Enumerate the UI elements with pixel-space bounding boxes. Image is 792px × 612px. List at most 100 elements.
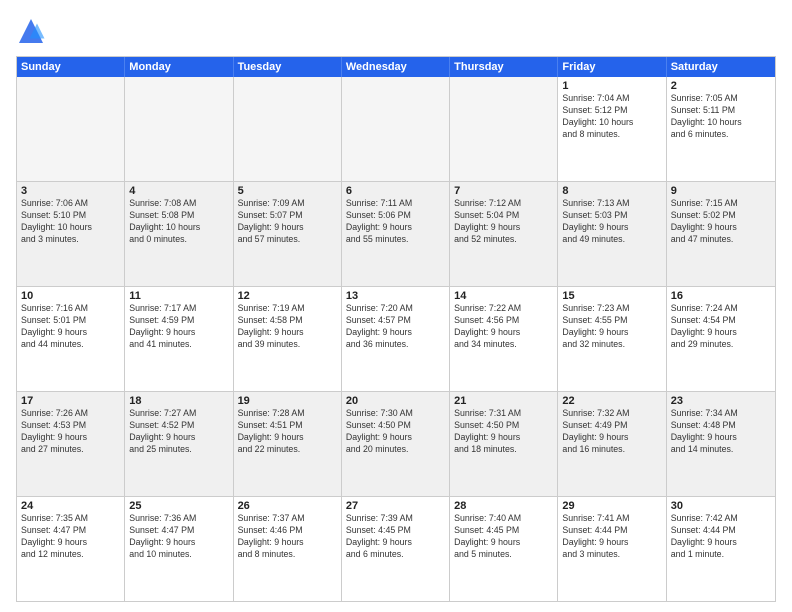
logo-icon — [16, 16, 46, 46]
calendar-row-2: 10Sunrise: 7:16 AM Sunset: 5:01 PM Dayli… — [17, 287, 775, 392]
cell-info: Sunrise: 7:26 AM Sunset: 4:53 PM Dayligh… — [21, 408, 120, 456]
calendar-cell: 5Sunrise: 7:09 AM Sunset: 5:07 PM Daylig… — [234, 182, 342, 286]
cell-info: Sunrise: 7:06 AM Sunset: 5:10 PM Dayligh… — [21, 198, 120, 246]
calendar-cell: 3Sunrise: 7:06 AM Sunset: 5:10 PM Daylig… — [17, 182, 125, 286]
day-number: 18 — [129, 395, 228, 407]
calendar-header: SundayMondayTuesdayWednesdayThursdayFrid… — [17, 57, 775, 77]
calendar-row-3: 17Sunrise: 7:26 AM Sunset: 4:53 PM Dayli… — [17, 392, 775, 497]
cell-info: Sunrise: 7:13 AM Sunset: 5:03 PM Dayligh… — [562, 198, 661, 246]
cell-info: Sunrise: 7:19 AM Sunset: 4:58 PM Dayligh… — [238, 303, 337, 351]
cell-info: Sunrise: 7:36 AM Sunset: 4:47 PM Dayligh… — [129, 513, 228, 561]
cell-info: Sunrise: 7:20 AM Sunset: 4:57 PM Dayligh… — [346, 303, 445, 351]
cell-info: Sunrise: 7:37 AM Sunset: 4:46 PM Dayligh… — [238, 513, 337, 561]
calendar-cell: 26Sunrise: 7:37 AM Sunset: 4:46 PM Dayli… — [234, 497, 342, 601]
day-number: 8 — [562, 185, 661, 197]
calendar-cell: 12Sunrise: 7:19 AM Sunset: 4:58 PM Dayli… — [234, 287, 342, 391]
calendar-cell: 23Sunrise: 7:34 AM Sunset: 4:48 PM Dayli… — [667, 392, 775, 496]
day-number: 15 — [562, 290, 661, 302]
day-number: 5 — [238, 185, 337, 197]
day-number: 3 — [21, 185, 120, 197]
cell-info: Sunrise: 7:27 AM Sunset: 4:52 PM Dayligh… — [129, 408, 228, 456]
calendar-cell: 24Sunrise: 7:35 AM Sunset: 4:47 PM Dayli… — [17, 497, 125, 601]
day-number: 22 — [562, 395, 661, 407]
cell-info: Sunrise: 7:08 AM Sunset: 5:08 PM Dayligh… — [129, 198, 228, 246]
day-number: 9 — [671, 185, 771, 197]
day-number: 14 — [454, 290, 553, 302]
calendar-cell — [450, 77, 558, 181]
cell-info: Sunrise: 7:15 AM Sunset: 5:02 PM Dayligh… — [671, 198, 771, 246]
calendar-cell — [17, 77, 125, 181]
calendar-cell: 28Sunrise: 7:40 AM Sunset: 4:45 PM Dayli… — [450, 497, 558, 601]
day-number: 7 — [454, 185, 553, 197]
day-number: 29 — [562, 500, 661, 512]
cell-info: Sunrise: 7:05 AM Sunset: 5:11 PM Dayligh… — [671, 93, 771, 141]
day-number: 28 — [454, 500, 553, 512]
cell-info: Sunrise: 7:16 AM Sunset: 5:01 PM Dayligh… — [21, 303, 120, 351]
day-number: 24 — [21, 500, 120, 512]
cell-info: Sunrise: 7:17 AM Sunset: 4:59 PM Dayligh… — [129, 303, 228, 351]
day-number: 12 — [238, 290, 337, 302]
cell-info: Sunrise: 7:12 AM Sunset: 5:04 PM Dayligh… — [454, 198, 553, 246]
day-number: 23 — [671, 395, 771, 407]
cell-info: Sunrise: 7:24 AM Sunset: 4:54 PM Dayligh… — [671, 303, 771, 351]
calendar-cell: 25Sunrise: 7:36 AM Sunset: 4:47 PM Dayli… — [125, 497, 233, 601]
calendar-cell: 11Sunrise: 7:17 AM Sunset: 4:59 PM Dayli… — [125, 287, 233, 391]
cell-info: Sunrise: 7:11 AM Sunset: 5:06 PM Dayligh… — [346, 198, 445, 246]
weekday-header-tuesday: Tuesday — [234, 57, 342, 77]
weekday-header-sunday: Sunday — [17, 57, 125, 77]
cell-info: Sunrise: 7:31 AM Sunset: 4:50 PM Dayligh… — [454, 408, 553, 456]
calendar-row-0: 1Sunrise: 7:04 AM Sunset: 5:12 PM Daylig… — [17, 77, 775, 182]
cell-info: Sunrise: 7:35 AM Sunset: 4:47 PM Dayligh… — [21, 513, 120, 561]
day-number: 6 — [346, 185, 445, 197]
calendar-cell: 22Sunrise: 7:32 AM Sunset: 4:49 PM Dayli… — [558, 392, 666, 496]
calendar-cell: 8Sunrise: 7:13 AM Sunset: 5:03 PM Daylig… — [558, 182, 666, 286]
calendar-row-4: 24Sunrise: 7:35 AM Sunset: 4:47 PM Dayli… — [17, 497, 775, 601]
calendar-cell: 27Sunrise: 7:39 AM Sunset: 4:45 PM Dayli… — [342, 497, 450, 601]
day-number: 27 — [346, 500, 445, 512]
calendar-row-1: 3Sunrise: 7:06 AM Sunset: 5:10 PM Daylig… — [17, 182, 775, 287]
header — [16, 16, 776, 46]
day-number: 16 — [671, 290, 771, 302]
calendar-cell: 30Sunrise: 7:42 AM Sunset: 4:44 PM Dayli… — [667, 497, 775, 601]
calendar-cell: 13Sunrise: 7:20 AM Sunset: 4:57 PM Dayli… — [342, 287, 450, 391]
calendar-cell: 6Sunrise: 7:11 AM Sunset: 5:06 PM Daylig… — [342, 182, 450, 286]
day-number: 11 — [129, 290, 228, 302]
weekday-header-wednesday: Wednesday — [342, 57, 450, 77]
day-number: 17 — [21, 395, 120, 407]
day-number: 19 — [238, 395, 337, 407]
calendar-cell: 4Sunrise: 7:08 AM Sunset: 5:08 PM Daylig… — [125, 182, 233, 286]
calendar: SundayMondayTuesdayWednesdayThursdayFrid… — [16, 56, 776, 602]
cell-info: Sunrise: 7:23 AM Sunset: 4:55 PM Dayligh… — [562, 303, 661, 351]
cell-info: Sunrise: 7:28 AM Sunset: 4:51 PM Dayligh… — [238, 408, 337, 456]
day-number: 2 — [671, 80, 771, 92]
day-number: 20 — [346, 395, 445, 407]
cell-info: Sunrise: 7:34 AM Sunset: 4:48 PM Dayligh… — [671, 408, 771, 456]
day-number: 13 — [346, 290, 445, 302]
calendar-cell — [342, 77, 450, 181]
day-number: 21 — [454, 395, 553, 407]
calendar-cell: 18Sunrise: 7:27 AM Sunset: 4:52 PM Dayli… — [125, 392, 233, 496]
cell-info: Sunrise: 7:40 AM Sunset: 4:45 PM Dayligh… — [454, 513, 553, 561]
cell-info: Sunrise: 7:41 AM Sunset: 4:44 PM Dayligh… — [562, 513, 661, 561]
calendar-cell: 16Sunrise: 7:24 AM Sunset: 4:54 PM Dayli… — [667, 287, 775, 391]
weekday-header-thursday: Thursday — [450, 57, 558, 77]
day-number: 30 — [671, 500, 771, 512]
calendar-cell: 7Sunrise: 7:12 AM Sunset: 5:04 PM Daylig… — [450, 182, 558, 286]
calendar-cell: 15Sunrise: 7:23 AM Sunset: 4:55 PM Dayli… — [558, 287, 666, 391]
calendar-cell — [234, 77, 342, 181]
day-number: 10 — [21, 290, 120, 302]
calendar-cell: 14Sunrise: 7:22 AM Sunset: 4:56 PM Dayli… — [450, 287, 558, 391]
calendar-cell: 9Sunrise: 7:15 AM Sunset: 5:02 PM Daylig… — [667, 182, 775, 286]
cell-info: Sunrise: 7:30 AM Sunset: 4:50 PM Dayligh… — [346, 408, 445, 456]
day-number: 26 — [238, 500, 337, 512]
weekday-header-saturday: Saturday — [667, 57, 775, 77]
weekday-header-monday: Monday — [125, 57, 233, 77]
calendar-cell: 2Sunrise: 7:05 AM Sunset: 5:11 PM Daylig… — [667, 77, 775, 181]
day-number: 1 — [562, 80, 661, 92]
cell-info: Sunrise: 7:22 AM Sunset: 4:56 PM Dayligh… — [454, 303, 553, 351]
day-number: 25 — [129, 500, 228, 512]
cell-info: Sunrise: 7:32 AM Sunset: 4:49 PM Dayligh… — [562, 408, 661, 456]
calendar-body: 1Sunrise: 7:04 AM Sunset: 5:12 PM Daylig… — [17, 77, 775, 601]
cell-info: Sunrise: 7:39 AM Sunset: 4:45 PM Dayligh… — [346, 513, 445, 561]
calendar-cell: 1Sunrise: 7:04 AM Sunset: 5:12 PM Daylig… — [558, 77, 666, 181]
